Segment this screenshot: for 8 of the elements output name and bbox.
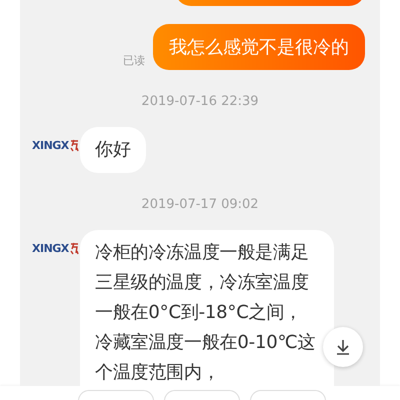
brand-logo: XINGX xyxy=(32,139,69,152)
timestamp: 2019-07-16 22:39 xyxy=(140,94,260,109)
message-bubble: 冷柜的冷冻温度一般是满足三星级的温度，冷冻室温度一般在0°C到-18°C之间，冷藏室温度一般在0-10℃这个温度范围内， xyxy=(80,230,334,386)
timestamp: 2019-07-17 09:02 xyxy=(140,197,260,212)
message-bubble: 你好 xyxy=(80,127,146,173)
brand-logo: XINGX xyxy=(32,242,69,255)
read-status: 已读 xyxy=(123,53,145,68)
message-bubble: 我怎么感觉不是很冷的 xyxy=(153,24,365,70)
